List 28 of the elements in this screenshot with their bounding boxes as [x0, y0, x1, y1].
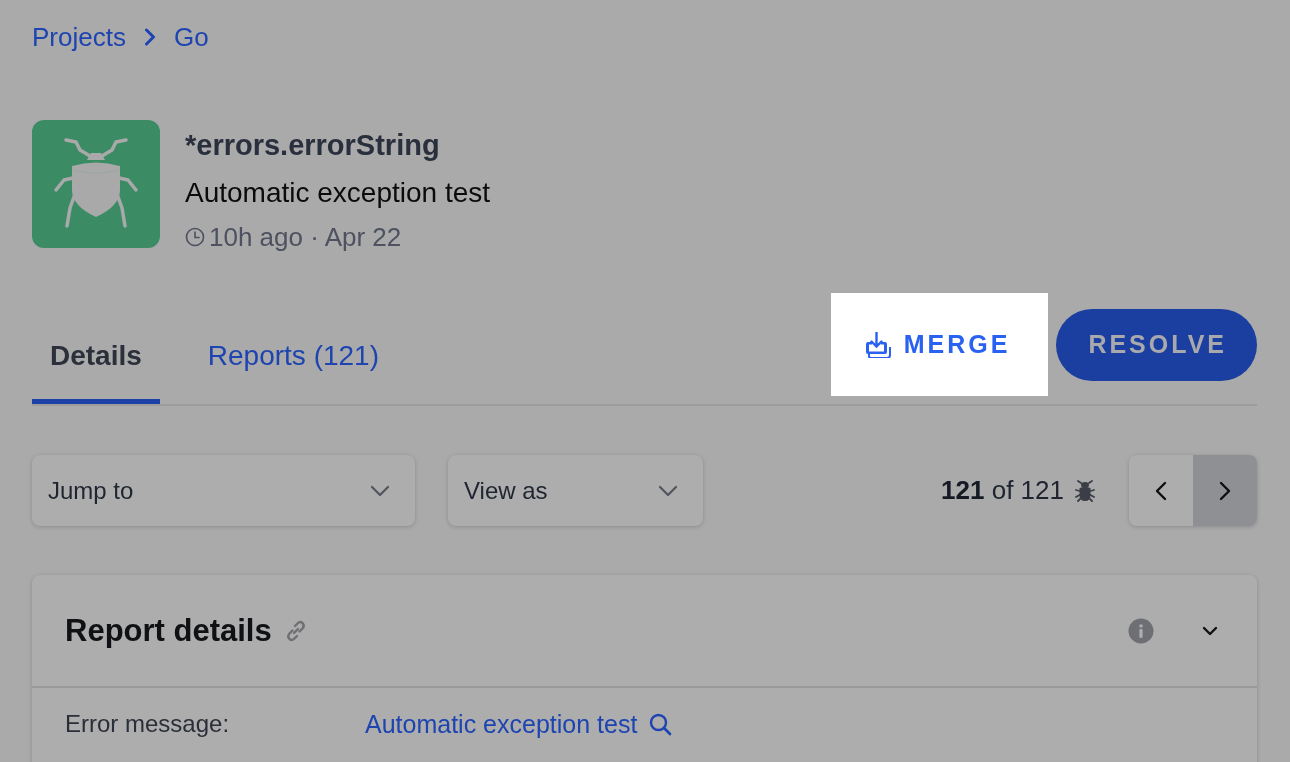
download-tray-icon — [865, 331, 891, 358]
search-icon[interactable] — [649, 712, 673, 736]
chevron-right-icon — [143, 28, 156, 46]
tab[interactable]: Details — [32, 339, 160, 404]
dropdown[interactable]: View as — [448, 455, 703, 526]
error-class-title: *errors.errorString — [185, 128, 441, 163]
bug-icon — [1075, 479, 1095, 502]
clock-icon — [185, 227, 205, 247]
tab[interactable]: Reports (121) — [189, 339, 397, 404]
breadcrumb-link[interactable]: Go — [173, 22, 209, 52]
report-counter: 121 of 121 — [941, 475, 1064, 506]
chevron-down-icon — [370, 484, 390, 497]
previous-button[interactable] — [1129, 455, 1193, 526]
chevron-down-icon — [658, 484, 678, 497]
dropdown[interactable]: Jump to — [32, 455, 415, 526]
error-message: Automatic exception test — [185, 176, 491, 210]
card-title: Report details — [65, 612, 272, 649]
info-icon[interactable] — [1128, 617, 1154, 644]
field-label: Error message: — [65, 709, 231, 739]
bug-icon — [32, 120, 160, 248]
breadcrumb-link[interactable]: Projects — [32, 22, 126, 52]
chevron-down-icon[interactable] — [1202, 625, 1218, 636]
chevron-right-icon — [1219, 480, 1231, 501]
chevron-left-icon — [1155, 480, 1167, 501]
resolve-button[interactable]: RESOLVE — [1056, 308, 1257, 381]
merge-button[interactable]: MERGE — [830, 293, 1049, 396]
error-message-link[interactable]: Automatic exception test — [365, 705, 638, 743]
timestamp: 10h ago · Apr 22 — [209, 221, 402, 253]
